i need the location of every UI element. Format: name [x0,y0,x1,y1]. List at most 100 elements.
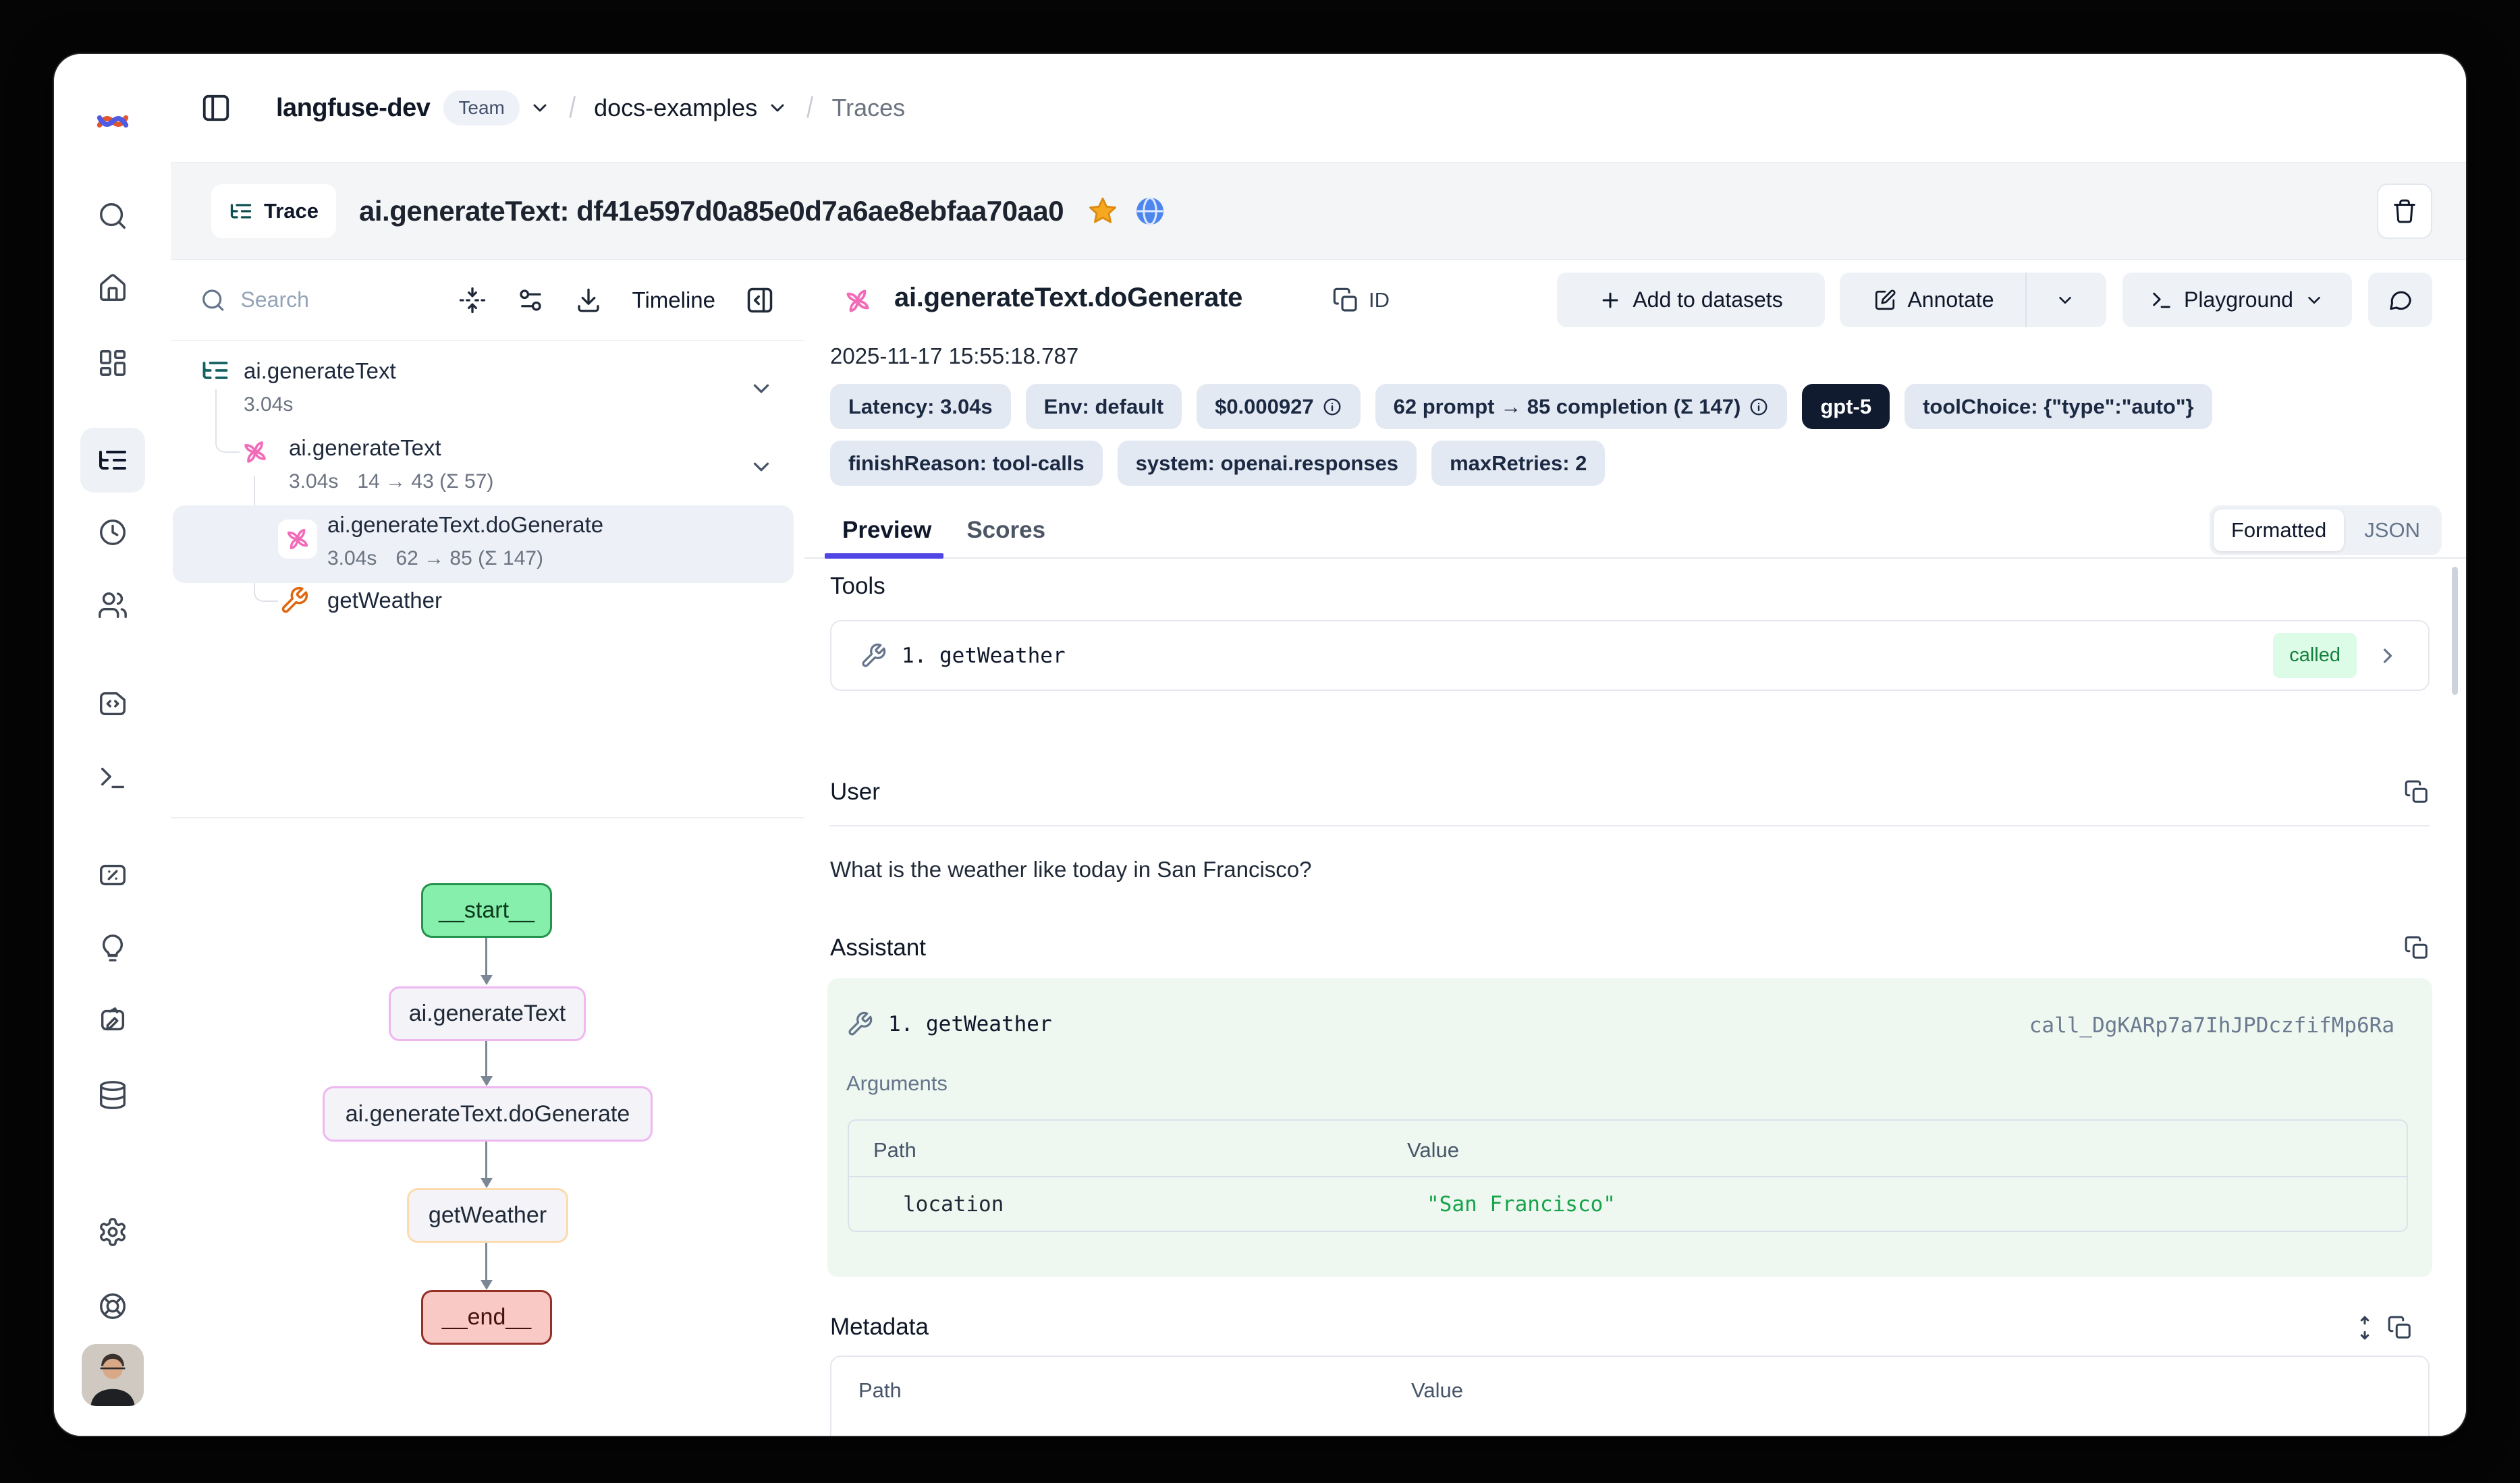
graph-node-start[interactable]: __start__ [421,883,552,938]
graph-node-end[interactable]: __end__ [421,1290,552,1345]
pen-square-icon [1873,289,1896,312]
breadcrumb-page[interactable]: Traces [831,94,905,122]
tree-row-do-generate[interactable] [278,520,317,559]
graph-splitter[interactable] [171,817,804,818]
copy-user-icon[interactable] [2404,779,2430,805]
prompts-file-code-icon[interactable] [97,688,128,719]
cost-badge[interactable]: $0.000927 [1197,384,1361,429]
graph-edge [485,938,487,975]
home-icon[interactable] [97,273,128,304]
arg-row-path: location [903,1192,1004,1216]
assistant-tool-call-card: 1. getWeather call_DgKARp7a7IhJPDczfifMp… [827,978,2432,1277]
users-icon[interactable] [97,590,128,621]
playground-button[interactable]: Playground [2122,273,2352,327]
chevron-down-icon[interactable] [748,454,774,480]
breadcrumb-workspace[interactable]: langfuse-dev [276,94,430,123]
bookmark-star-icon[interactable] [1087,195,1119,227]
delete-trace-button[interactable] [2377,184,2432,239]
graph-node-do-generate[interactable]: ai.generateText.doGenerate [323,1086,653,1142]
chevron-right-icon[interactable] [2376,644,2400,668]
chevron-down-icon[interactable] [748,376,774,401]
langfuse-logo-icon[interactable] [95,104,130,139]
active-tab-underline [825,553,943,559]
search-input[interactable] [240,287,445,313]
download-icon[interactable] [574,286,603,314]
arg-row-value: "San Francisco" [1427,1192,1616,1216]
trace-type-badge: Trace [211,184,336,238]
copy-assistant-icon[interactable] [2404,935,2430,961]
breadcrumb-project[interactable]: docs-examples [594,94,757,122]
tree-label-generation[interactable]: ai.generateText [289,435,441,461]
tool-called-badge: called [2273,633,2357,678]
env-badge: Env: default [1026,384,1182,429]
add-to-datasets-label: Add to datasets [1633,287,1782,312]
evaluation-percent-icon[interactable] [97,860,128,891]
annotation-clipboard-pen-icon[interactable] [97,1005,128,1036]
dashboards-icon[interactable] [97,347,128,379]
graph-node-generate-text[interactable]: ai.generateText [389,986,586,1041]
tree-duration-root: 3.04s [244,393,293,416]
expand-metadata-icon[interactable] [2352,1315,2378,1341]
usage-badge[interactable]: 62 prompt → 85 completion (Σ 147) [1375,384,1788,429]
metadata-heading: Metadata [830,1314,929,1341]
observation-timestamp: 2025-11-17 15:55:18.787 [830,343,1078,369]
format-option-formatted[interactable]: Formatted [2214,509,2344,551]
annotate-button[interactable]: Annotate [1840,273,2106,327]
graph-node-get-weather[interactable]: getWeather [407,1188,568,1243]
scrollbar-thumb[interactable] [2452,567,2458,695]
model-badge[interactable]: gpt-5 [1802,384,1890,429]
tracing-icon[interactable] [97,444,129,476]
wrench-icon [860,642,887,669]
info-icon [1322,397,1342,417]
search-icon[interactable] [97,200,128,231]
sidebar-rail [54,54,171,1436]
wrench-icon [279,586,309,615]
observation-title: ai.generateText.doGenerate [894,283,1242,313]
system-badge: system: openai.responses [1118,441,1417,486]
copy-id-icon[interactable] [1332,287,1359,314]
terminal-icon [2150,289,2173,312]
tab-scores[interactable]: Scores [949,501,1063,559]
user-avatar[interactable] [82,1344,144,1406]
chevron-down-icon [2304,290,2324,310]
tree-row-generation[interactable] [240,437,271,468]
annotate-dropdown-chevron-icon[interactable] [2037,273,2093,327]
tree-row-trace[interactable] [200,356,230,385]
project-chevron-down-icon[interactable] [767,97,788,119]
search-icon [200,287,226,314]
tool-choice-badge: toolChoice: {"type":"auto"} [1905,384,2212,429]
graph-arrowhead [481,1076,493,1086]
datasets-database-icon[interactable] [97,1080,128,1111]
tree-label-root[interactable]: ai.generateText [244,358,396,384]
support-lifebuoy-icon[interactable] [97,1291,128,1322]
public-globe-icon[interactable] [1134,195,1166,227]
insights-lightbulb-icon[interactable] [97,932,128,963]
graph-arrowhead [481,975,493,985]
copy-metadata-icon[interactable] [2387,1315,2413,1341]
tool-definition-row[interactable]: 1. getWeather called [830,620,2430,691]
table-divider [849,1176,2407,1177]
collapse-panel-icon[interactable] [745,285,775,315]
tree-row-tool[interactable] [279,586,309,615]
arguments-label: Arguments [846,1071,948,1096]
timeline-toggle[interactable]: Timeline [632,287,715,313]
workspace-chevron-down-icon[interactable] [529,97,551,119]
generation-icon [240,437,271,468]
tree-label-do-generate[interactable]: ai.generateText.doGenerate [327,512,603,538]
add-to-datasets-button[interactable]: Add to datasets [1557,273,1825,327]
format-option-json[interactable]: JSON [2347,509,2438,551]
view-settings-icon[interactable] [516,286,545,314]
observation-detail-panel: ai.generateText.doGenerate ID Add to dat… [804,260,2466,1436]
tabs-baseline [804,557,2466,559]
panel-left-toggle-icon[interactable] [200,92,231,123]
settings-gear-icon[interactable] [97,1216,128,1248]
tab-preview[interactable]: Preview [825,501,949,559]
tree-label-tool[interactable]: getWeather [327,588,442,613]
app-window: langfuse-dev Team / docs-examples / Trac… [53,53,2467,1437]
comments-button[interactable] [2368,273,2432,327]
sessions-clock-icon[interactable] [97,517,128,548]
playground-terminal-icon[interactable] [97,762,128,793]
generation-icon [283,524,312,554]
collapse-all-icon[interactable] [458,286,487,314]
trace-title: ai.generateText: df41e597d0a85e0d7a6ae8e… [359,195,1064,227]
